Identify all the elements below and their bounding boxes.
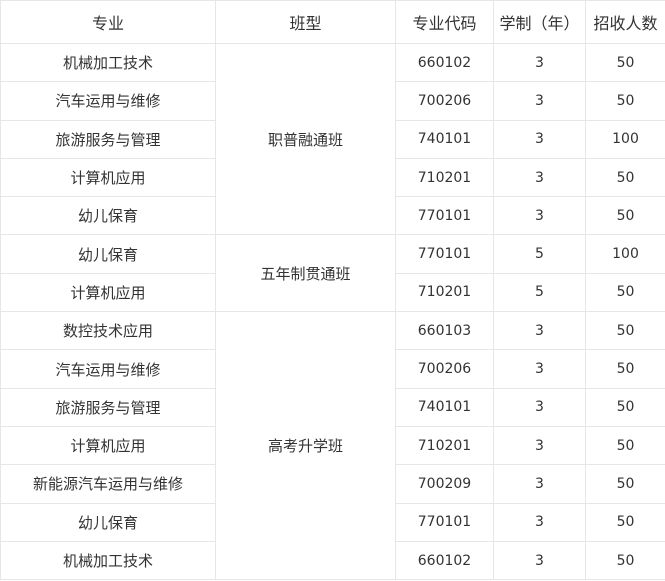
class-type-cell: 高考升学班 [215, 311, 396, 581]
code-cell: 660102 [395, 540, 494, 581]
years-cell: 3 [493, 157, 586, 198]
count-cell: 50 [585, 425, 665, 466]
count-cell: 50 [585, 42, 665, 83]
major-cell: 汽车运用与维修 [0, 349, 216, 389]
count-cell: 50 [585, 157, 665, 198]
code-cell: 660102 [395, 42, 494, 83]
count-cell: 100 [585, 234, 665, 274]
code-cell: 770101 [395, 196, 494, 236]
code-cell: 700206 [395, 81, 494, 121]
code-cell: 740101 [395, 119, 494, 159]
code-cell: 740101 [395, 387, 494, 427]
count-cell: 50 [585, 349, 665, 389]
years-cell: 3 [493, 81, 586, 121]
count-cell: 50 [585, 464, 665, 504]
years-cell: 3 [493, 42, 586, 83]
header-class-type: 班型 [215, 0, 396, 44]
header-years: 学制（年） [493, 0, 586, 44]
count-cell: 50 [585, 196, 665, 236]
major-cell: 计算机应用 [0, 425, 216, 466]
years-cell: 3 [493, 464, 586, 504]
table-row: 幼儿保育 五年制贯通班 770101 5 100 [0, 234, 665, 313]
count-cell: 50 [585, 81, 665, 121]
count-cell: 50 [585, 272, 665, 313]
header-row: 专业 班型 专业代码 学制（年） 招收人数 [0, 0, 665, 44]
years-cell: 5 [493, 234, 586, 274]
code-cell: 700209 [395, 464, 494, 504]
count-cell: 100 [585, 119, 665, 159]
class-type-cell: 职普融通班 [215, 42, 396, 236]
years-cell: 3 [493, 119, 586, 159]
major-cell: 计算机应用 [0, 272, 216, 313]
class-type-cell: 五年制贯通班 [215, 234, 396, 313]
major-cell: 幼儿保育 [0, 502, 216, 542]
table-row: 机械加工技术 职普融通班 660102 3 50 [0, 42, 665, 236]
years-cell: 3 [493, 540, 586, 581]
count-cell: 50 [585, 502, 665, 542]
years-cell: 3 [493, 425, 586, 466]
code-cell: 710201 [395, 157, 494, 198]
years-cell: 3 [493, 311, 586, 351]
major-cell: 旅游服务与管理 [0, 119, 216, 159]
major-cell: 数控技术应用 [0, 311, 216, 351]
major-cell: 机械加工技术 [0, 42, 216, 83]
code-cell: 660103 [395, 311, 494, 351]
major-cell: 计算机应用 [0, 157, 216, 198]
major-cell: 幼儿保育 [0, 234, 216, 274]
years-cell: 3 [493, 349, 586, 389]
count-cell: 50 [585, 540, 665, 581]
code-cell: 770101 [395, 234, 494, 274]
years-cell: 3 [493, 502, 586, 542]
table-row: 数控技术应用 高考升学班 660103 3 50 [0, 311, 665, 581]
header-enrollment-count: 招收人数 [585, 0, 665, 44]
header-major-code: 专业代码 [395, 0, 494, 44]
major-cell: 新能源汽车运用与维修 [0, 464, 216, 504]
major-cell: 旅游服务与管理 [0, 387, 216, 427]
code-cell: 770101 [395, 502, 494, 542]
enrollment-table: 专业 班型 专业代码 学制（年） 招收人数 机械加工技术 职普融通班 66010… [0, 0, 665, 581]
code-cell: 700206 [395, 349, 494, 389]
years-cell: 3 [493, 196, 586, 236]
code-cell: 710201 [395, 425, 494, 466]
count-cell: 50 [585, 311, 665, 351]
code-cell: 710201 [395, 272, 494, 313]
major-cell: 幼儿保育 [0, 196, 216, 236]
header-major: 专业 [0, 0, 216, 44]
years-cell: 3 [493, 387, 586, 427]
major-cell: 机械加工技术 [0, 540, 216, 581]
major-cell: 汽车运用与维修 [0, 81, 216, 121]
count-cell: 50 [585, 387, 665, 427]
years-cell: 5 [493, 272, 586, 313]
